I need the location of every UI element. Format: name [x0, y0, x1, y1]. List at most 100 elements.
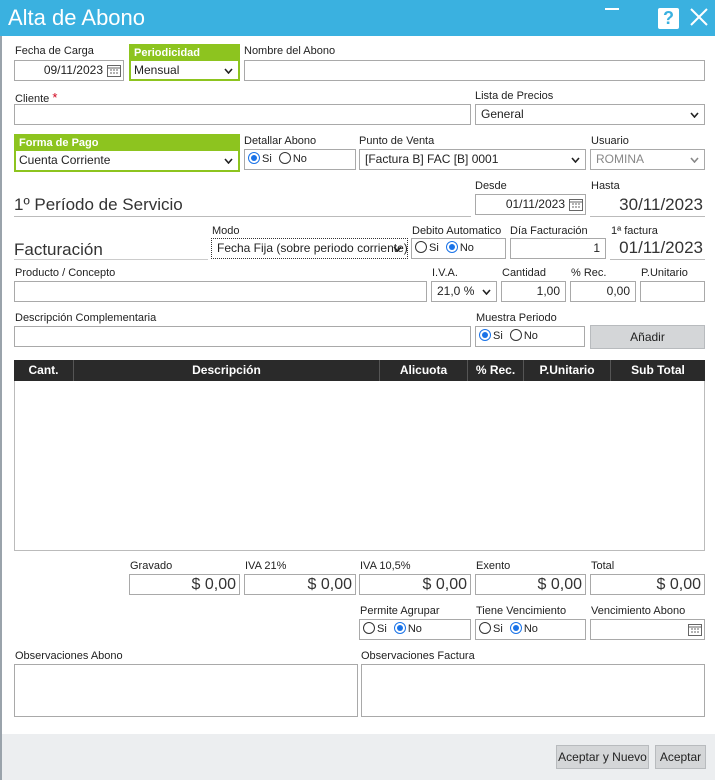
chevron-down-icon[interactable] [482, 289, 491, 295]
window-edge [0, 36, 2, 780]
usuario-label: Usuario [591, 135, 629, 147]
chevron-down-icon[interactable] [690, 157, 699, 163]
observaciones-factura-label: Observaciones Factura [361, 650, 475, 662]
vencimiento-abono-field[interactable] [590, 619, 705, 640]
required-mark: * [52, 90, 58, 105]
agrupar-no-radio[interactable] [393, 622, 406, 634]
punto-venta-select[interactable]: [Factura B] FAC [B] 0001 [359, 149, 586, 170]
title-bar: Alta de Abono ? [0, 0, 715, 36]
chevron-down-icon[interactable] [690, 112, 699, 118]
dia-facturacion-label: Día Facturación [510, 225, 588, 237]
primera-factura-value[interactable]: 01/11/2023 [610, 238, 705, 260]
fecha-carga-label: Fecha de Carga [15, 45, 94, 57]
minimize-icon[interactable] [605, 0, 619, 10]
col-cant[interactable]: Cant. [14, 360, 74, 381]
muestra-no-label: No [523, 330, 538, 342]
col-alicuota[interactable]: Alicuota [380, 360, 468, 381]
items-table-body[interactable] [14, 381, 705, 551]
muestra-si-label: Si [493, 330, 503, 342]
detallar-no-radio[interactable] [278, 152, 291, 164]
calendar-icon[interactable] [107, 64, 121, 77]
gravado-value: $ 0,00 [129, 574, 240, 595]
chevron-down-icon[interactable] [224, 158, 233, 164]
cliente-label: Cliente * [15, 90, 58, 105]
forma-pago-select[interactable]: Cuenta Corriente [19, 153, 110, 167]
modo-label: Modo [212, 225, 240, 237]
calendar-icon[interactable] [569, 198, 583, 211]
modo-value: Fecha Fija (sobre periodo corriente) [217, 241, 408, 255]
add-button[interactable]: Añadir [590, 325, 705, 349]
desde-value: 01/11/2023 [505, 197, 565, 211]
iva-label: I.V.A. [432, 267, 458, 279]
debito-label: Debito Automatico [412, 225, 502, 237]
detallar-label: Detallar Abono [244, 135, 317, 147]
producto-input[interactable] [14, 281, 427, 302]
total-label: Total [591, 560, 615, 572]
tiene-vencimiento-radio-group[interactable]: Si No [475, 619, 586, 640]
usuario-value: ROMINA [596, 152, 644, 166]
observaciones-abono-textarea[interactable] [14, 664, 358, 717]
close-icon[interactable] [688, 6, 710, 28]
vencimiento-no-radio[interactable] [509, 622, 522, 634]
descripcion-input[interactable] [14, 326, 471, 347]
help-icon[interactable]: ? [658, 8, 679, 29]
accept-button[interactable]: Aceptar [655, 745, 706, 769]
debito-no-label: No [459, 242, 474, 254]
punitario-input[interactable] [640, 281, 705, 302]
muestra-no-radio[interactable] [509, 329, 522, 341]
usuario-select[interactable]: ROMINA [590, 149, 705, 170]
iva105-value: $ 0,00 [359, 574, 471, 595]
window-title: Alta de Abono [8, 5, 146, 30]
nombre-abono-label: Nombre del Abono [244, 45, 336, 57]
iva-select[interactable]: 21,0 % [431, 281, 497, 302]
rec-input[interactable]: 0,00 [570, 281, 636, 302]
agrupar-no-label: No [407, 623, 422, 635]
cantidad-label: Cantidad [502, 267, 547, 279]
forma-pago-label: Forma de Pago [16, 136, 238, 151]
debito-no-radio[interactable] [445, 241, 458, 253]
chevron-down-icon[interactable] [393, 246, 402, 252]
desde-field[interactable]: 01/11/2023 [475, 194, 586, 215]
chevron-down-icon[interactable] [224, 68, 233, 74]
cantidad-input[interactable]: 1,00 [501, 281, 566, 302]
lista-precios-select[interactable]: General [475, 104, 705, 125]
permite-agrupar-radio-group[interactable]: Si No [359, 619, 471, 640]
exento-value: $ 0,00 [475, 574, 586, 595]
col-subtotal[interactable]: Sub Total [611, 360, 705, 381]
accept-new-button[interactable]: Aceptar y Nuevo [556, 745, 649, 769]
detallar-radio-group[interactable]: Si No [244, 149, 356, 170]
producto-label: Producto / Concepto [15, 267, 116, 279]
vencimiento-si-radio[interactable] [479, 622, 491, 634]
vencimiento-abono-label: Vencimiento Abono [591, 605, 686, 617]
tiene-vencimiento-label: Tiene Vencimiento [476, 605, 567, 617]
dia-facturacion-input[interactable]: 1 [510, 238, 606, 259]
modo-select[interactable]: Fecha Fija (sobre periodo corriente) [211, 238, 408, 259]
calendar-icon[interactable] [688, 623, 702, 636]
chevron-down-icon[interactable] [571, 157, 580, 163]
periodicidad-box[interactable]: Periodicidad Mensual [129, 44, 240, 81]
fecha-carga-value: 09/11/2023 [43, 63, 103, 77]
cliente-input[interactable] [14, 104, 471, 125]
detallar-si-radio[interactable] [248, 152, 260, 164]
rec-label: % Rec. [571, 267, 607, 279]
debito-radio-group[interactable]: Si No [411, 238, 506, 259]
detallar-no-label: No [292, 153, 307, 165]
punto-venta-label: Punto de Venta [359, 135, 435, 147]
nombre-abono-input[interactable] [244, 60, 705, 81]
col-descripcion[interactable]: Descripción [74, 360, 380, 381]
agrupar-si-radio[interactable] [363, 622, 375, 634]
col-rec[interactable]: % Rec. [468, 360, 524, 381]
forma-pago-box[interactable]: Forma de Pago Cuenta Corriente [14, 134, 240, 172]
col-punitario[interactable]: P.Unitario [524, 360, 611, 381]
observaciones-factura-textarea[interactable] [361, 664, 705, 717]
hasta-value[interactable]: 30/11/2023 [590, 195, 705, 217]
detallar-si-label: Si [262, 153, 272, 165]
vencimiento-no-label: No [523, 623, 538, 635]
items-table-header: Cant. Descripción Alicuota % Rec. P.Unit… [14, 360, 705, 381]
debito-si-radio[interactable] [415, 241, 427, 253]
periodicidad-select[interactable]: Mensual [134, 63, 179, 77]
periodo-title: 1º Período de Servicio [14, 195, 471, 217]
muestra-periodo-radio-group[interactable]: Si No [475, 326, 585, 347]
muestra-si-radio[interactable] [479, 329, 491, 341]
fecha-carga-field[interactable]: 09/11/2023 [14, 60, 124, 81]
